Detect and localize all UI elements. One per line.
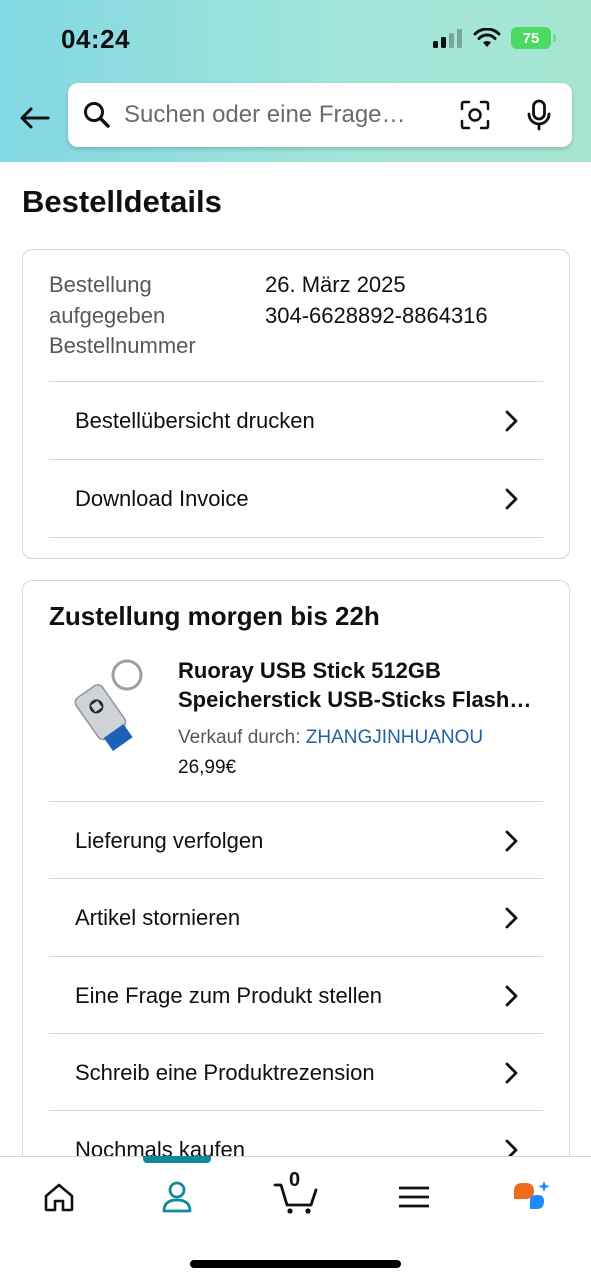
- row-label: Lieferung verfolgen: [75, 827, 264, 853]
- home-indicator: [190, 1260, 401, 1268]
- chevron-right-icon: [505, 409, 523, 433]
- ask-question-row[interactable]: Eine Frage zum Produkt stellen: [49, 956, 543, 1034]
- home-icon: [44, 1183, 74, 1212]
- divider: [49, 537, 543, 538]
- delivery-title: Zustellung morgen bis 22h: [49, 601, 380, 631]
- status-time: 04:24: [61, 24, 130, 54]
- search-icon: [82, 100, 112, 130]
- product-price: 26,99€: [178, 757, 237, 778]
- row-label: Eine Frage zum Produkt stellen: [75, 982, 382, 1008]
- status-icons: 75: [433, 27, 556, 49]
- account-icon: [162, 1181, 192, 1213]
- product-image[interactable]: [53, 657, 153, 757]
- order-info-labels: Bestellung aufgegeben Bestellnummer: [49, 270, 196, 362]
- order-date-label-cont: aufgegeben: [49, 302, 166, 328]
- signal-icon: [433, 29, 462, 48]
- chevron-right-icon: [505, 906, 523, 930]
- order-date-label: Bestellung: [49, 272, 152, 297]
- cart-count: 0: [289, 1169, 301, 1191]
- product-title-line1: Ruoray USB Stick 512GB: [178, 658, 441, 683]
- chevron-right-icon: [505, 487, 523, 511]
- seller-info: Verkauf durch: ZHANGJINHUANOU: [178, 727, 483, 749]
- row-label: Download Invoice: [75, 485, 249, 511]
- chevron-right-icon: [505, 829, 523, 853]
- seller-link[interactable]: ZHANGJINHUANOU: [306, 727, 483, 748]
- order-info-values: 26. März 2025 304-6628892-8864316: [265, 270, 488, 331]
- order-date-value: 26. März 2025: [265, 272, 406, 297]
- product-title-line2: Speicherstick USB-Sticks Flash…: [178, 687, 532, 712]
- search-bar[interactable]: Suchen oder eine Frage…: [68, 83, 572, 147]
- delivery-card: Zustellung morgen bis 22h Ruoray USB Sti…: [22, 580, 570, 1200]
- row-label: Artikel stornieren: [75, 904, 241, 930]
- cancel-item-row[interactable]: Artikel stornieren: [49, 878, 543, 956]
- order-number-label: Bestellnummer: [49, 333, 196, 358]
- nav-rufus[interactable]: [506, 1177, 556, 1217]
- wifi-icon: [473, 28, 501, 47]
- row-label: Bestellübersicht drucken: [75, 407, 315, 433]
- battery-level: 75: [522, 29, 540, 47]
- back-arrow-icon: [20, 107, 50, 129]
- battery-indicator: 75: [511, 27, 556, 49]
- row-label: Schreib eine Produktrezension: [75, 1059, 375, 1085]
- microphone-icon[interactable]: [522, 98, 556, 132]
- camera-search-icon[interactable]: [458, 98, 492, 132]
- download-invoice-row[interactable]: Download Invoice: [49, 459, 543, 537]
- nav-home[interactable]: [34, 1177, 84, 1217]
- chevron-right-icon: [505, 1061, 523, 1085]
- chevron-right-icon: [505, 984, 523, 1008]
- menu-icon: [399, 1186, 429, 1208]
- track-delivery-row[interactable]: Lieferung verfolgen: [49, 801, 543, 879]
- active-tab-indicator: [143, 1156, 211, 1163]
- header: 04:24 75 Suchen oder eine Frage…: [0, 0, 591, 162]
- order-number-value: 304-6628892-8864316: [265, 302, 488, 328]
- order-info-card: Bestellung aufgegeben Bestellnummer 26. …: [22, 249, 570, 559]
- product-title[interactable]: Ruoray USB Stick 512GB Speicherstick USB…: [178, 656, 548, 714]
- back-button[interactable]: [14, 98, 54, 138]
- page-title: Bestelldetails: [22, 184, 222, 219]
- nav-account[interactable]: [152, 1177, 202, 1217]
- write-review-row[interactable]: Schreib eine Produktrezension: [49, 1033, 543, 1111]
- nav-menu[interactable]: [389, 1177, 439, 1217]
- nav-cart[interactable]: 0: [270, 1169, 322, 1217]
- seller-prefix: Verkauf durch:: [178, 727, 306, 748]
- search-input[interactable]: Suchen oder eine Frage…: [124, 101, 442, 129]
- print-order-summary-row[interactable]: Bestellübersicht drucken: [49, 381, 543, 459]
- rufus-icon: [514, 1181, 550, 1209]
